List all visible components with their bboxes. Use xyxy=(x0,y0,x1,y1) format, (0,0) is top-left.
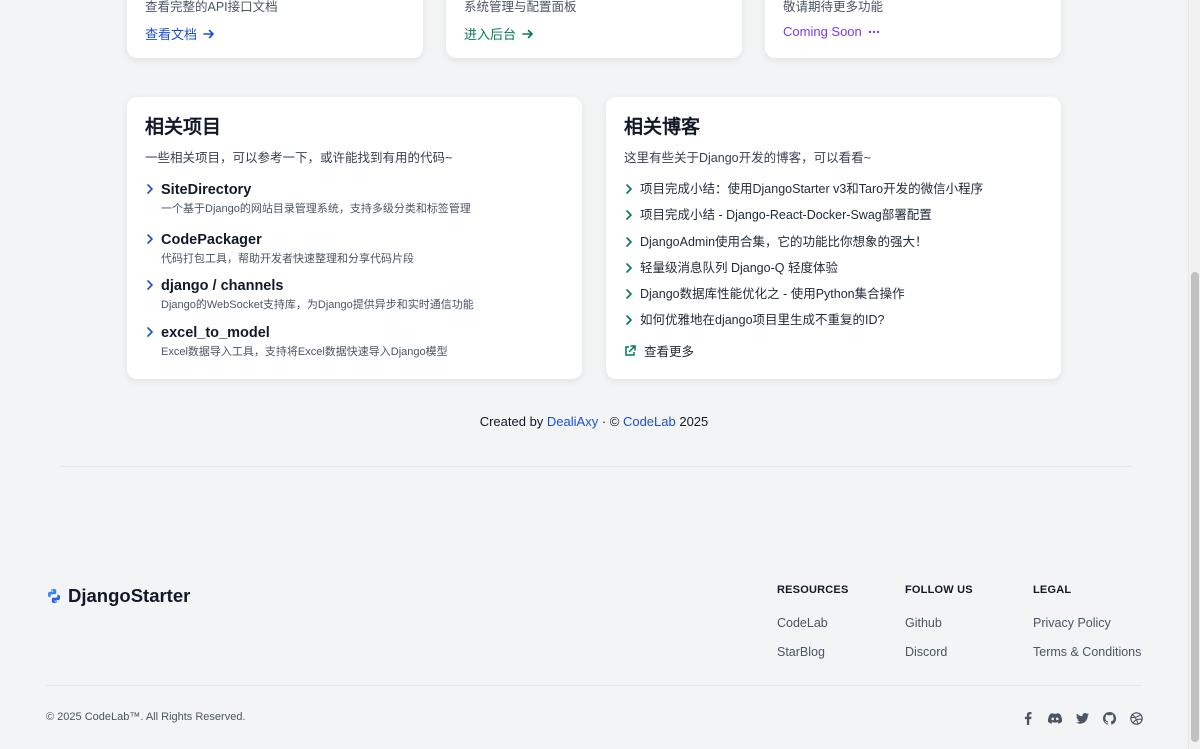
chevron-right-icon xyxy=(626,236,632,247)
project-name[interactable]: SiteDirectory xyxy=(161,181,474,199)
project-item[interactable]: SiteDirectory 一个基于Django的网站目录管理系统，支持多级分类… xyxy=(145,181,474,231)
related-blogs-card: 相关博客 这里有些关于Django开发的博客，可以看看~ 项目完成小结：使用Dj… xyxy=(606,97,1061,379)
chevron-right-icon xyxy=(626,289,632,299)
discord-icon[interactable] xyxy=(1048,711,1062,725)
projects-title: 相关项目 xyxy=(145,117,222,138)
credit-year: 2025 xyxy=(675,414,709,429)
blog-item[interactable]: DjangoAdmin使用合集，它的功能比你想象的强大！ xyxy=(624,234,983,260)
twitter-icon[interactable] xyxy=(1075,711,1089,725)
blog-title[interactable]: Django数据库性能优化之 - 使用Python集合操作 xyxy=(640,287,905,301)
blogs-subtitle: 这里有些关于Django开发的博客，可以看看~ xyxy=(624,151,871,165)
admin-desc: 系统管理与配置面板 xyxy=(464,0,577,14)
api-docs-desc: 查看完整的API接口文档 xyxy=(145,0,278,14)
blog-item[interactable]: 如何优雅地在django项目里生成不重复的ID? xyxy=(624,312,983,338)
footer-col-title: RESOURCES xyxy=(777,584,849,596)
author-link[interactable]: DealiAxy xyxy=(547,414,598,429)
coming-soon-card: 敬请期待更多功能 Coming Soon xyxy=(765,0,1061,58)
admin-card: 系统管理与配置面板 进入后台 xyxy=(446,0,742,58)
projects-subtitle: 一些相关项目，可以参考一下，或许能找到有用的代码~ xyxy=(145,151,453,165)
view-docs-label: 查看文档 xyxy=(145,27,198,42)
codelab-link[interactable]: CodeLab xyxy=(623,414,676,429)
credit-middle: · © xyxy=(598,414,623,429)
arrow-right-icon xyxy=(522,29,533,38)
project-desc: Django的WebSocket支持库，为Django提供异步和实时通信功能 xyxy=(161,299,474,311)
project-name[interactable]: excel_to_model xyxy=(161,324,474,342)
facebook-icon[interactable] xyxy=(1021,711,1035,725)
blogs-title: 相关博客 xyxy=(624,117,701,138)
chevron-right-icon xyxy=(626,210,632,221)
dribbble-icon[interactable] xyxy=(1129,711,1143,725)
footer-link-github[interactable]: Github xyxy=(905,616,942,630)
github-icon[interactable] xyxy=(1102,711,1116,725)
scrollbar[interactable] xyxy=(1188,0,1200,749)
related-projects-card: 相关项目 一些相关项目，可以参考一下，或许能找到有用的代码~ SiteDirec… xyxy=(127,97,582,379)
more-dots-icon xyxy=(868,30,879,33)
blog-item[interactable]: 项目完成小结 - Django-React-Docker-Swag部署配置 xyxy=(624,207,983,233)
python-logo-icon xyxy=(48,589,60,603)
blog-title[interactable]: DjangoAdmin使用合集，它的功能比你想象的强大！ xyxy=(640,235,928,249)
blog-title[interactable]: 项目完成小结：使用DjangoStarter v3和Taro开发的微信小程序 xyxy=(640,182,983,196)
blog-title[interactable]: 如何优雅地在django项目里生成不重复的ID? xyxy=(640,313,885,327)
chevron-right-icon xyxy=(626,315,632,326)
coming-soon-desc: 敬请期待更多功能 xyxy=(783,0,884,14)
footer-col-resources: RESOURCES CodeLab StarBlog xyxy=(777,584,849,659)
page: 查看完整的API接口文档 查看文档 系统管理与配置面板 进入后台 敬请期待更多功… xyxy=(0,0,1188,749)
projects-list: SiteDirectory 一个基于Django的网站目录管理系统，支持多级分类… xyxy=(145,181,474,370)
blog-item[interactable]: 轻量级消息队列 Django-Q 轻度体验 xyxy=(624,260,983,286)
divider xyxy=(60,466,1132,467)
footer-col-title: LEGAL xyxy=(1033,584,1072,596)
footer-link-starblog[interactable]: StarBlog xyxy=(777,645,825,659)
footer-divider xyxy=(46,685,1142,686)
project-item[interactable]: django / channels Django的WebSocket支持库，为D… xyxy=(145,277,474,324)
view-more-link[interactable]: 查看更多 xyxy=(624,341,694,360)
footer-link-terms[interactable]: Terms & Conditions xyxy=(1033,645,1141,659)
arrow-right-icon xyxy=(203,29,214,38)
footer-link-discord[interactable]: Discord xyxy=(905,645,947,659)
view-docs-link[interactable]: 查看文档 xyxy=(145,24,215,43)
enter-admin-label: 进入后台 xyxy=(464,27,517,42)
footer-col-legal: LEGAL Privacy Policy Terms & Conditions xyxy=(1033,584,1141,659)
project-name[interactable]: django / channels xyxy=(161,277,474,295)
credit-prefix: Created by xyxy=(479,414,547,429)
chevron-right-icon xyxy=(147,234,153,244)
coming-soon-link[interactable]: Coming Soon xyxy=(783,24,880,39)
footer-link-privacy[interactable]: Privacy Policy xyxy=(1033,616,1111,630)
project-item[interactable]: excel_to_model Excel数据导入工具，支持将Excel数据快速导… xyxy=(145,324,474,370)
blog-item[interactable]: 项目完成小结：使用DjangoStarter v3和Taro开发的微信小程序 xyxy=(624,181,983,207)
footer-brand[interactable]: DjangoStarter xyxy=(46,585,190,607)
blogs-list: 项目完成小结：使用DjangoStarter v3和Taro开发的微信小程序 项… xyxy=(624,181,983,339)
credit-line: Created by DealiAxy · © CodeLab 2025 xyxy=(0,414,1188,429)
social-links xyxy=(1021,711,1143,725)
project-desc: 代码打包工具，帮助开发者快速整理和分享代码片段 xyxy=(161,253,414,265)
footer-col-follow: FOLLOW US Github Discord xyxy=(905,584,973,659)
external-link-icon xyxy=(625,344,636,356)
coming-soon-label: Coming Soon xyxy=(783,24,862,39)
blog-title[interactable]: 项目完成小结 - Django-React-Docker-Swag部署配置 xyxy=(640,208,932,222)
brand-name: DjangoStarter xyxy=(68,585,191,606)
footer-link-codelab[interactable]: CodeLab xyxy=(777,616,828,630)
blog-item[interactable]: Django数据库性能优化之 - 使用Python集合操作 xyxy=(624,286,983,312)
footer: DjangoStarter RESOURCES CodeLab StarBlog… xyxy=(0,540,1188,749)
copyright: © 2025 CodeLab™. All Rights Reserved. xyxy=(46,711,246,723)
blog-title[interactable]: 轻量级消息队列 Django-Q 轻度体验 xyxy=(640,261,838,275)
chevron-right-icon xyxy=(147,327,153,337)
project-item[interactable]: CodePackager 代码打包工具，帮助开发者快速整理和分享代码片段 xyxy=(145,231,474,277)
project-desc: Excel数据导入工具，支持将Excel数据快速导入Django模型 xyxy=(161,346,448,358)
footer-col-title: FOLLOW US xyxy=(905,584,973,596)
api-docs-card: 查看完整的API接口文档 查看文档 xyxy=(127,0,423,58)
chevron-right-icon xyxy=(626,184,632,194)
enter-admin-link[interactable]: 进入后台 xyxy=(464,24,534,43)
chevron-right-icon xyxy=(626,263,632,273)
chevron-right-icon xyxy=(147,184,153,194)
view-more-label: 查看更多 xyxy=(644,345,695,359)
project-desc: 一个基于Django的网站目录管理系统，支持多级分类和标签管理 xyxy=(161,203,471,215)
scrollbar-thumb[interactable] xyxy=(1191,272,1199,742)
project-name[interactable]: CodePackager xyxy=(161,231,474,249)
chevron-right-icon xyxy=(147,280,153,290)
